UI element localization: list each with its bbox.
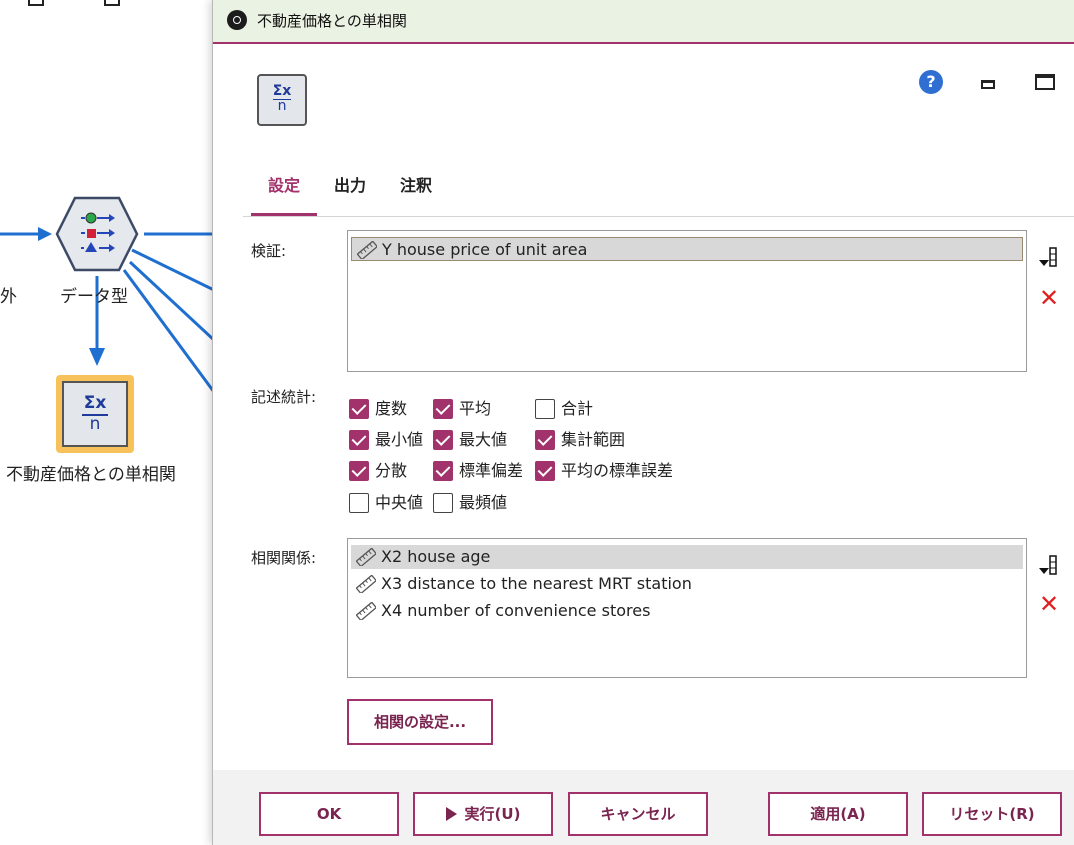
field-picker-icon — [1039, 555, 1057, 575]
examine-label: 検証: — [251, 242, 287, 260]
help-icon[interactable]: ? — [919, 70, 943, 94]
checkbox-box[interactable] — [349, 430, 369, 450]
field-picker-icon — [1039, 247, 1057, 267]
checkbox-label: 度数 — [375, 399, 408, 418]
checkbox-box[interactable] — [433, 493, 453, 513]
statistics-dialog: 不動産価格との単相関 Σx n ? 設定 出力 注釈 検証: Y house p… — [212, 0, 1074, 845]
dialog-title: 不動産価格との単相関 — [257, 12, 407, 30]
field-picker-button[interactable] — [1035, 244, 1059, 268]
continuous-measure-icon — [356, 575, 376, 593]
sigma-denominator: n — [277, 98, 287, 114]
list-item[interactable]: Y house price of unit area — [351, 237, 1023, 261]
checkbox-box[interactable] — [535, 399, 555, 419]
correlate-field-list[interactable]: X2 house age X3 distance to the nearest … — [347, 538, 1027, 678]
field-name: X3 distance to the nearest MRT station — [381, 574, 692, 593]
checkbox-box[interactable] — [433, 430, 453, 450]
reset-button[interactable]: リセット(R) — [922, 792, 1062, 836]
tab-output[interactable]: 出力 — [327, 166, 373, 216]
checkbox-box[interactable] — [535, 430, 555, 450]
stats-node-selection[interactable]: Σx n — [56, 375, 134, 453]
minimize-icon[interactable] — [981, 80, 995, 89]
list-item[interactable]: X3 distance to the nearest MRT station — [351, 572, 1023, 596]
statistics-label: 記述統計: — [251, 388, 317, 406]
sigma-denominator: n — [89, 414, 101, 434]
continuous-measure-icon — [356, 548, 376, 566]
type-node-label: データ型 — [60, 287, 128, 307]
checkbox-label: 分散 — [375, 461, 408, 480]
checkbox-box[interactable] — [349, 399, 369, 419]
tab-bar: 設定 出力 注釈 — [243, 166, 1074, 217]
checkbox-label: 最頻値 — [459, 493, 508, 512]
field-name: Y house price of unit area — [382, 240, 588, 259]
delete-icon: ✕ — [1039, 590, 1060, 618]
continuous-measure-icon — [357, 241, 377, 259]
partial-node-label: 外 — [0, 287, 17, 307]
checkbox-box[interactable] — [433, 461, 453, 481]
ok-button[interactable]: OK — [259, 792, 399, 836]
checkbox-label: 最大値 — [459, 430, 508, 449]
checkbox-label: 合計 — [561, 399, 594, 418]
checkbox-label: 最小値 — [375, 430, 424, 449]
maximize-icon[interactable] — [1035, 74, 1055, 90]
delete-icon: ✕ — [1039, 284, 1060, 312]
apply-button[interactable]: 適用(A) — [768, 792, 908, 836]
checkbox-box[interactable] — [535, 461, 555, 481]
field-name: X2 house age — [381, 547, 491, 566]
run-button[interactable]: 実行(U) — [413, 792, 553, 836]
remove-field-button[interactable]: ✕ — [1035, 592, 1059, 616]
app-logo-icon — [227, 10, 247, 30]
checkbox-label: 平均の標準誤差 — [561, 461, 674, 480]
type-node-icon[interactable] — [55, 196, 139, 272]
checkbox-label: 標準偏差 — [459, 461, 524, 480]
play-icon — [445, 807, 457, 821]
correlate-label: 相関関係: — [251, 549, 317, 567]
stats-node-icon: Σx n — [257, 74, 307, 126]
list-item[interactable]: X4 number of convenience stores — [351, 599, 1023, 623]
run-button-label: 実行(U) — [464, 805, 521, 823]
remove-field-button[interactable]: ✕ — [1035, 286, 1059, 310]
field-picker-button[interactable] — [1035, 552, 1059, 576]
tab-settings[interactable]: 設定 — [251, 166, 317, 216]
stats-node-label: 不動産価格との単相関 — [6, 465, 176, 485]
stream-canvas[interactable]: 外 データ型 Σx n 不動産価格との単相関 — [0, 0, 214, 845]
field-name: X4 number of convenience stores — [381, 601, 651, 620]
checkbox-label: 集計範囲 — [561, 430, 626, 449]
dialog-footer: OK 実行(U) キャンセル 適用(A) リセット(R) — [213, 770, 1074, 845]
cancel-button[interactable]: キャンセル — [568, 792, 708, 836]
continuous-measure-icon — [356, 602, 376, 620]
checkbox-label: 平均 — [459, 399, 492, 418]
dialog-titlebar[interactable]: 不動産価格との単相関 — [213, 0, 1074, 44]
checkbox-box[interactable] — [349, 493, 369, 513]
tab-annotations[interactable]: 注釈 — [393, 166, 439, 216]
list-item[interactable]: X2 house age — [351, 545, 1023, 569]
correlation-settings-button[interactable]: 相関の設定... — [347, 699, 493, 745]
sigma-icon: Σx — [272, 83, 292, 99]
examine-field-list[interactable]: Y house price of unit area — [347, 230, 1027, 372]
checkbox-box[interactable] — [433, 399, 453, 419]
stats-node-icon[interactable]: Σx n — [62, 381, 128, 447]
sigma-icon: Σx — [83, 393, 107, 413]
checkbox-label: 中央値 — [375, 493, 424, 512]
checkbox-box[interactable] — [349, 461, 369, 481]
